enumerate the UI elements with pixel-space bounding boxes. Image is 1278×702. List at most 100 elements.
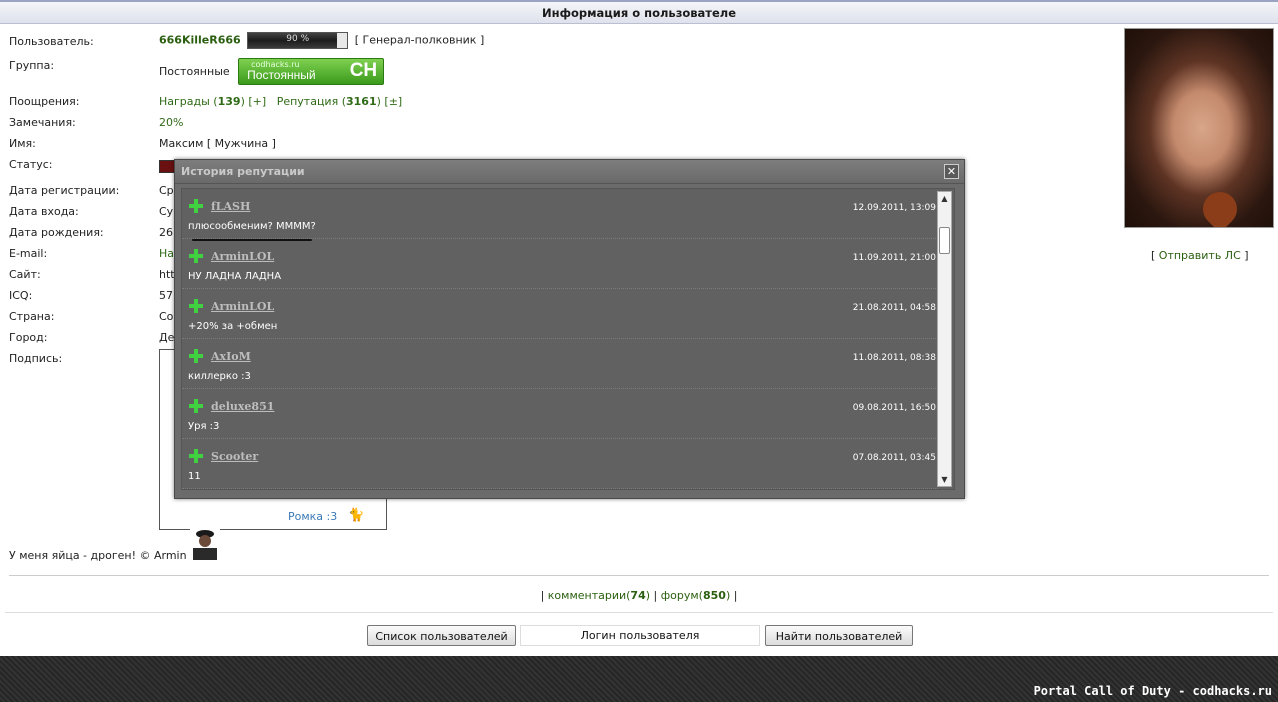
footer-text: Portal Call of Duty - codhacks.ru bbox=[1033, 684, 1272, 698]
awards-count: 139 bbox=[217, 95, 241, 108]
reputation-item: AxIoM 11.08.2011, 08:38 киллерко :3 bbox=[182, 339, 938, 389]
cat-icon: 🐈 bbox=[348, 508, 365, 523]
comments-link[interactable]: комментарии(74) bbox=[548, 589, 650, 602]
user-row: 666KilleR666 90 % [ Генерал-полковник ] bbox=[159, 32, 484, 49]
scrollbar[interactable]: ▲ ▼ bbox=[937, 191, 952, 487]
reputation-item: deluxe851 09.08.2011, 16:50 Уря :3 bbox=[182, 389, 938, 439]
scroll-up-icon[interactable]: ▲ bbox=[938, 192, 951, 205]
divider-bottom bbox=[5, 612, 1273, 613]
user-list-button[interactable]: Список пользователей bbox=[367, 625, 516, 646]
name-value: Максим bbox=[159, 137, 204, 150]
scroll-down-icon[interactable]: ▼ bbox=[938, 473, 951, 486]
reputation-date: 07.08.2011, 03:45 bbox=[852, 453, 936, 463]
reputation-date: 09.08.2011, 16:50 bbox=[852, 403, 936, 413]
reputation-date: 21.08.2011, 04:58 bbox=[852, 303, 936, 313]
forum-label: форум bbox=[660, 589, 699, 602]
reputation-author-link[interactable]: ArminLOL bbox=[211, 250, 274, 263]
login-date-value: Су bbox=[159, 205, 174, 218]
forum-count: 850 bbox=[702, 589, 726, 602]
reputation-author-link[interactable]: Scooter bbox=[211, 450, 258, 463]
modal-header[interactable]: История репутации ✕ bbox=[175, 160, 964, 184]
reputation-item: ArminLOL 21.08.2011, 04:58 +20% за +обмен bbox=[182, 289, 938, 339]
comments-count: 74 bbox=[630, 589, 646, 602]
reputation-author-link[interactable]: deluxe851 bbox=[211, 400, 274, 413]
reputation-label: Репутация bbox=[276, 95, 339, 108]
label-city: Город: bbox=[9, 331, 48, 344]
site-value[interactable]: htt bbox=[159, 268, 175, 281]
group-badge: codhacks.ru Постоянный CH bbox=[238, 58, 385, 85]
label-login-date: Дата входа: bbox=[9, 205, 79, 218]
reputation-list: fLASH 12.09.2011, 13:09 плюсообменим? ММММ… bbox=[182, 189, 938, 489]
reputation-author-link[interactable]: fLASH bbox=[211, 200, 250, 213]
reputation-author-link[interactable]: ArminLOL bbox=[211, 300, 274, 313]
signature-quote: У меня яйца - дроген! © Armin bbox=[9, 549, 187, 562]
signature-romka: Ромка :3 bbox=[288, 510, 338, 523]
comments-label: комментарии bbox=[547, 589, 627, 602]
user-avatar bbox=[1124, 28, 1274, 228]
reputation-comment: НУ ЛАДНА ЛАДНА bbox=[188, 271, 282, 282]
page-title: Информация о пользователе bbox=[542, 6, 736, 20]
badge-text: Постоянный bbox=[247, 68, 316, 82]
reputation-count: 3161 bbox=[346, 95, 377, 108]
username[interactable]: 666KilleR666 bbox=[159, 34, 241, 47]
find-users-button[interactable]: Найти пользователей bbox=[765, 625, 913, 646]
reputation-change-link[interactable]: [±] bbox=[384, 95, 402, 108]
name-row: Максим [ Мужчина ] bbox=[159, 137, 276, 150]
reputation-link[interactable]: Репутация (3161) bbox=[277, 95, 381, 108]
group-name: Постоянные bbox=[159, 65, 230, 78]
avatar-pendant bbox=[1195, 184, 1245, 227]
reputation-item: Scooter 07.08.2011, 03:45 11 bbox=[182, 439, 938, 489]
reputation-history-modal: История репутации ✕ fLASH 12.09.2011, 13:… bbox=[174, 159, 965, 499]
modal-title: История репутации bbox=[181, 165, 305, 178]
plus-icon bbox=[189, 299, 203, 313]
reg-date-value: Ср bbox=[159, 184, 174, 197]
awards-add-link[interactable]: [+] bbox=[248, 95, 266, 108]
send-pm-close: ] bbox=[1240, 249, 1249, 262]
reputation-comment: плюсообменим? ММММ? bbox=[188, 221, 316, 232]
plus-icon bbox=[189, 249, 203, 263]
awards-label: Награды bbox=[159, 95, 210, 108]
login-search-input[interactable] bbox=[520, 625, 760, 646]
activity-links: | комментарии(74) | форум(850) | bbox=[540, 589, 738, 602]
label-signature: Подпись: bbox=[9, 352, 63, 365]
close-icon[interactable]: ✕ bbox=[944, 164, 959, 179]
page-footer: Portal Call of Duty - codhacks.ru bbox=[0, 656, 1278, 702]
label-site: Сайт: bbox=[9, 268, 41, 281]
label-rewards: Поощрения: bbox=[9, 95, 80, 108]
label-name: Имя: bbox=[9, 137, 36, 150]
country-value: Со bbox=[159, 310, 174, 323]
rank-progress-bar: 90 % bbox=[247, 32, 349, 49]
rank-title: [ Генерал-полковник ] bbox=[354, 33, 485, 47]
plus-icon bbox=[189, 199, 203, 213]
reputation-comment: Уря :3 bbox=[188, 421, 220, 432]
awards-link[interactable]: Награды (139) bbox=[159, 95, 245, 108]
email-value[interactable]: На bbox=[159, 247, 174, 260]
modal-body: fLASH 12.09.2011, 13:09 плюсообменим? ММММ… bbox=[181, 188, 955, 490]
send-pm-link[interactable]: Отправить ЛС bbox=[1159, 249, 1241, 262]
warnings-value[interactable]: 20% bbox=[159, 116, 183, 129]
reputation-comment: 11 bbox=[188, 471, 201, 482]
divider bbox=[9, 575, 1269, 576]
reputation-date: 12.09.2011, 13:09 bbox=[852, 203, 936, 213]
label-user: Пользователь: bbox=[9, 35, 94, 48]
label-reg-date: Дата регистрации: bbox=[9, 184, 120, 197]
forum-link[interactable]: форум(850) bbox=[661, 589, 731, 602]
scroll-thumb[interactable] bbox=[939, 227, 950, 254]
reputation-item: fLASH 12.09.2011, 13:09 плюсообменим? ММММ… bbox=[182, 189, 938, 241]
label-icq: ICQ: bbox=[9, 289, 33, 302]
label-group: Группа: bbox=[9, 59, 55, 72]
reputation-comment: +20% за +обмен bbox=[188, 321, 278, 332]
gender-value: [ Мужчина ] bbox=[206, 137, 276, 150]
badge-logo: CH bbox=[349, 60, 378, 81]
label-email: E-mail: bbox=[9, 247, 48, 260]
label-birth-date: Дата рождения: bbox=[9, 226, 104, 239]
send-pm-open: [ bbox=[1151, 249, 1159, 262]
plus-icon bbox=[189, 399, 203, 413]
signature-avatar bbox=[190, 529, 220, 560]
reputation-comment: киллерко :3 bbox=[188, 371, 251, 382]
plus-icon bbox=[189, 349, 203, 363]
reputation-date: 11.09.2011, 21:00 bbox=[852, 253, 936, 263]
reputation-author-link[interactable]: AxIoM bbox=[211, 350, 251, 363]
group-row: Постоянные codhacks.ru Постоянный CH bbox=[159, 58, 385, 85]
rank-progress-text: 90 % bbox=[286, 34, 310, 44]
